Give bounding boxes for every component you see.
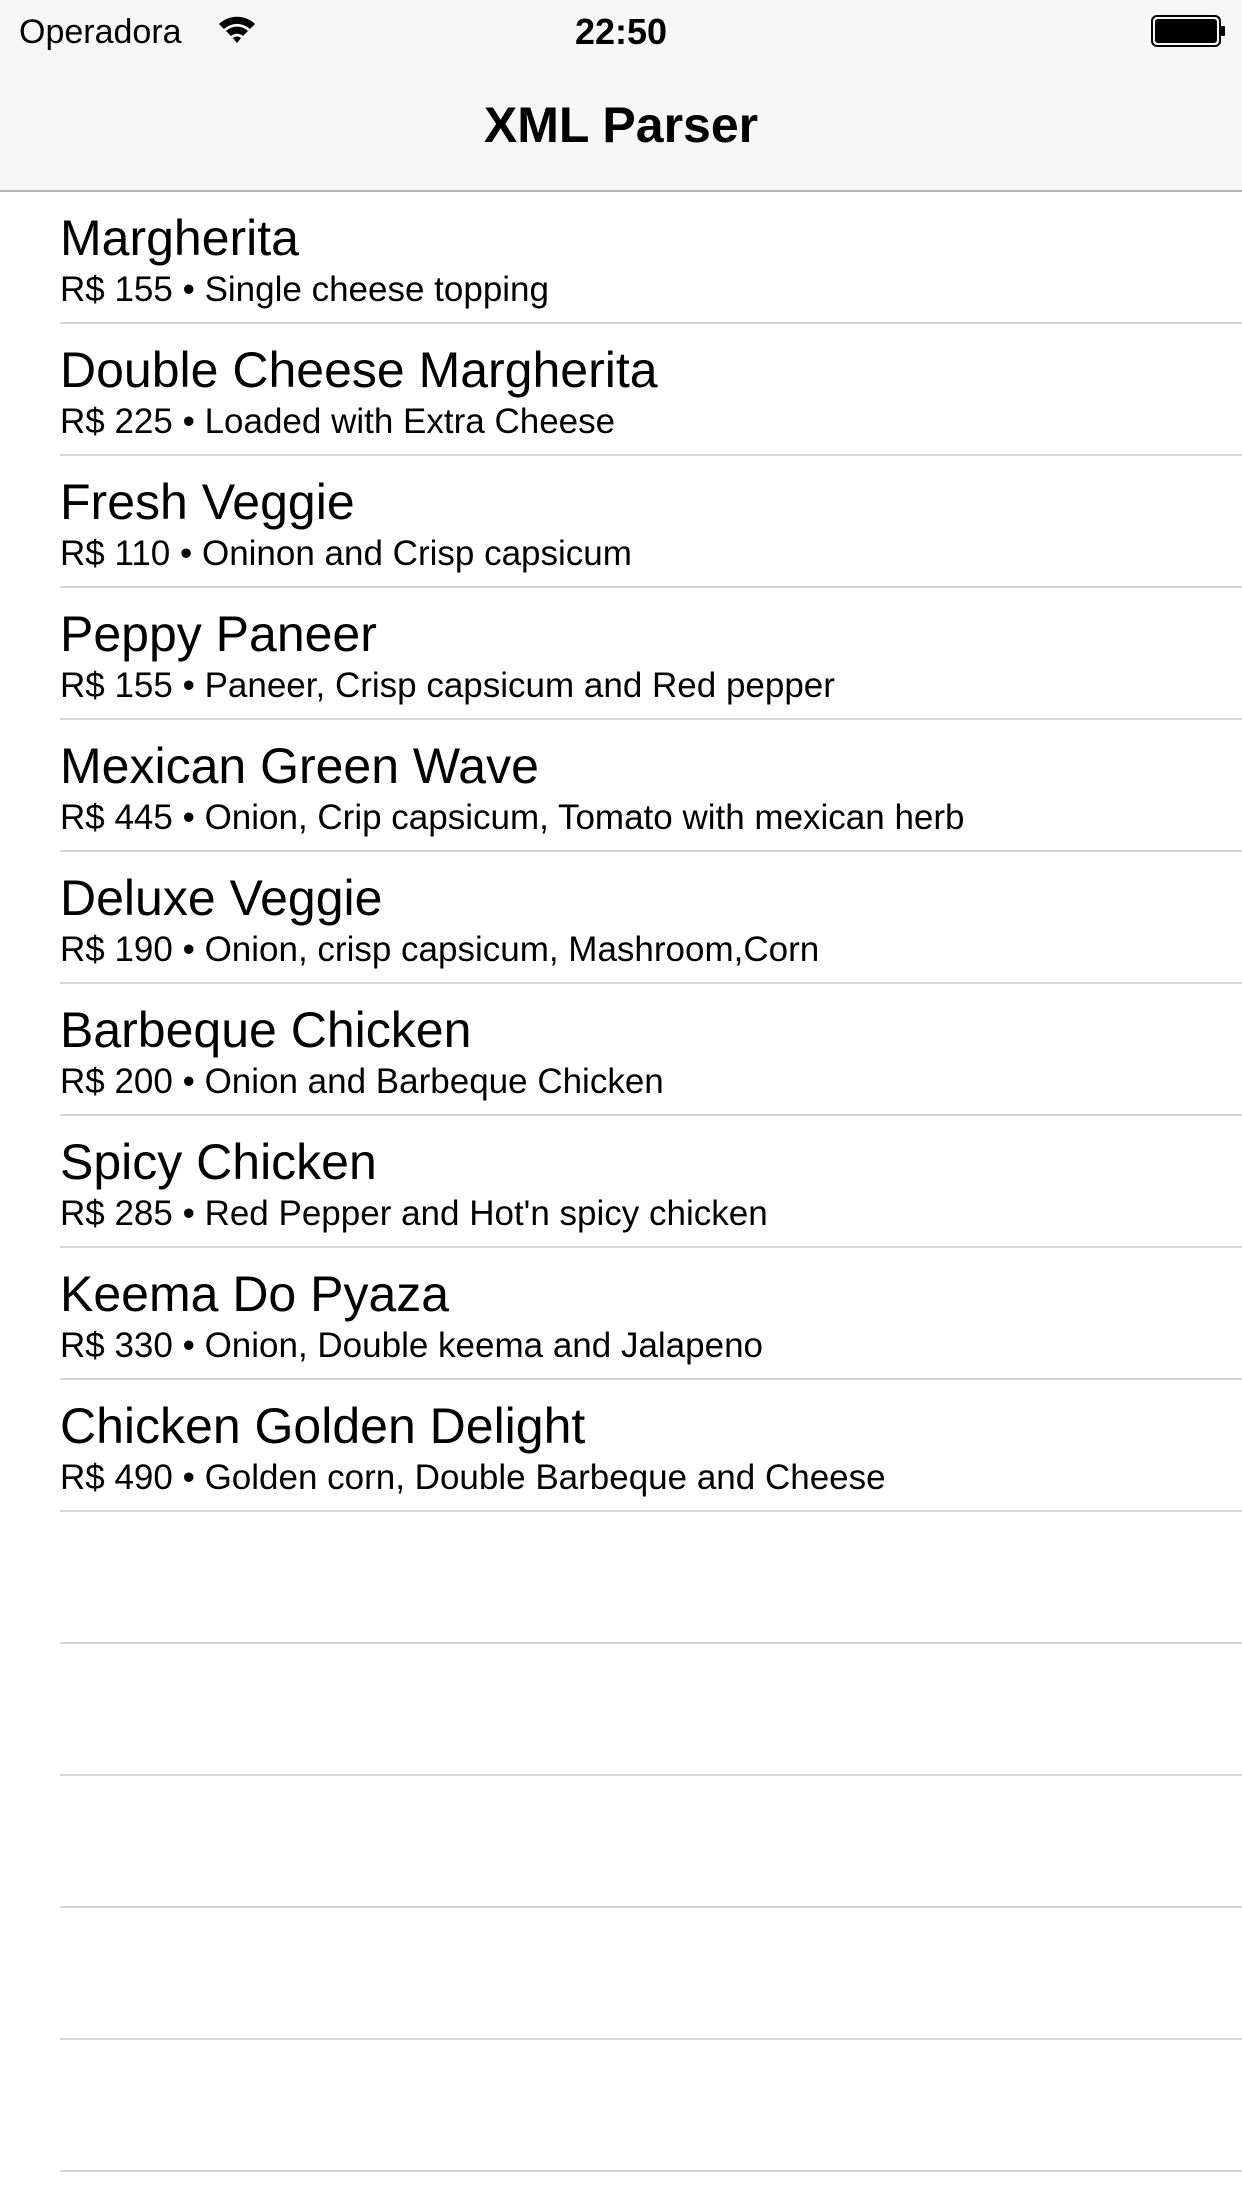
empty-list-row — [0, 2040, 1242, 2172]
list-item[interactable]: Chicken Golden Delight R$ 490 • Golden c… — [0, 1380, 1242, 1512]
list-item[interactable]: Spicy Chicken R$ 285 • Red Pepper and Ho… — [0, 1116, 1242, 1248]
list-item[interactable]: Barbeque Chicken R$ 200 • Onion and Barb… — [0, 984, 1242, 1116]
list-item[interactable]: Deluxe Veggie R$ 190 • Onion, crisp caps… — [0, 852, 1242, 984]
list-item[interactable]: Peppy Paneer R$ 155 • Paneer, Crisp caps… — [0, 588, 1242, 720]
empty-list-row — [0, 1512, 1242, 1644]
list-item[interactable]: Margherita R$ 155 • Single cheese toppin… — [0, 192, 1242, 324]
item-name: Spicy Chicken — [60, 1134, 377, 1190]
item-name: Double Cheese Margherita — [60, 342, 658, 398]
item-detail: R$ 110 • Oninon and Crisp capsicum — [60, 534, 632, 573]
empty-list-row — [0, 1776, 1242, 1908]
status-bar: Operadora 22:50 — [0, 0, 1242, 60]
item-name: Chicken Golden Delight — [60, 1398, 586, 1454]
list-item[interactable]: Double Cheese Margherita R$ 225 • Loaded… — [0, 324, 1242, 456]
battery-icon — [1151, 15, 1227, 47]
item-detail: R$ 190 • Onion, crisp capsicum, Mashroom… — [60, 930, 820, 969]
item-name: Mexican Green Wave — [60, 738, 539, 794]
status-time: 22:50 — [574, 11, 668, 52]
item-detail: R$ 225 • Loaded with Extra Cheese — [60, 402, 616, 441]
item-detail: R$ 200 • Onion and Barbeque Chicken — [60, 1062, 664, 1101]
item-detail: R$ 155 • Single cheese topping — [60, 270, 549, 309]
item-detail: R$ 330 • Onion, Double keema and Jalapen… — [60, 1326, 764, 1365]
item-name: Fresh Veggie — [60, 474, 355, 530]
item-name: Deluxe Veggie — [60, 870, 383, 926]
navigation-bar: Operadora 22:50 XML Parser — [0, 0, 1242, 192]
item-detail: R$ 445 • Onion, Crip capsicum, Tomato wi… — [60, 798, 965, 837]
page-title: XML Parser — [483, 97, 759, 153]
item-detail: R$ 490 • Golden corn, Double Barbeque an… — [60, 1458, 886, 1497]
item-name: Margherita — [60, 210, 299, 266]
item-name: Peppy Paneer — [60, 606, 377, 662]
list-item[interactable]: Fresh Veggie R$ 110 • Oninon and Crisp c… — [0, 456, 1242, 588]
item-detail: R$ 285 • Red Pepper and Hot'n spicy chic… — [60, 1194, 768, 1233]
pizza-list: Margherita R$ 155 • Single cheese toppin… — [0, 192, 1242, 2172]
item-detail: R$ 155 • Paneer, Crisp capsicum and Red … — [60, 666, 835, 705]
list-item[interactable]: Keema Do Pyaza R$ 330 • Onion, Double ke… — [0, 1248, 1242, 1380]
item-name: Keema Do Pyaza — [60, 1266, 450, 1322]
empty-list-row — [0, 1908, 1242, 2040]
item-name: Barbeque Chicken — [60, 1002, 472, 1058]
empty-list-row — [0, 1644, 1242, 1776]
list-item[interactable]: Mexican Green Wave R$ 445 • Onion, Crip … — [0, 720, 1242, 852]
